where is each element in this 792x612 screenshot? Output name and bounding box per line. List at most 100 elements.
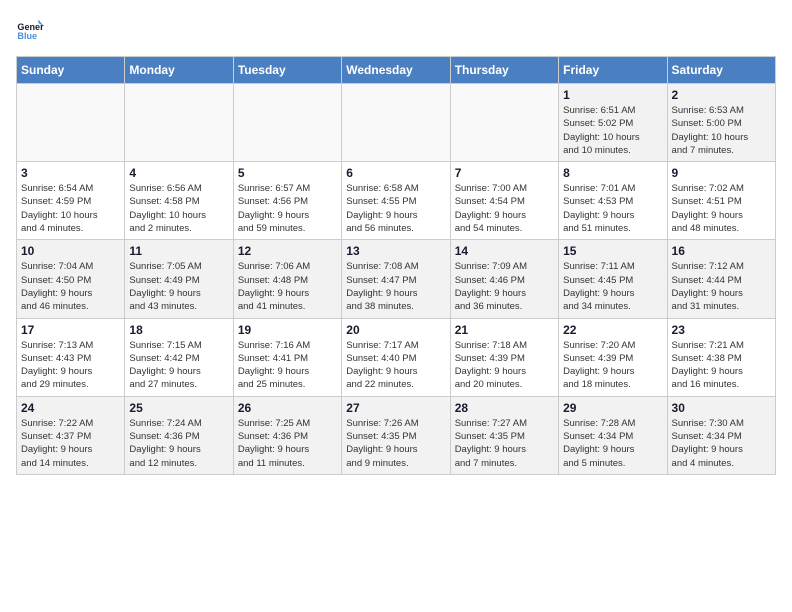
day-number: 9 (672, 166, 771, 180)
day-info: Sunrise: 6:56 AMSunset: 4:58 PMDaylight:… (129, 182, 228, 235)
day-number: 13 (346, 244, 445, 258)
day-info: Sunrise: 6:57 AMSunset: 4:56 PMDaylight:… (238, 182, 337, 235)
day-info: Sunrise: 7:20 AMSunset: 4:39 PMDaylight:… (563, 339, 662, 392)
day-number: 29 (563, 401, 662, 415)
day-number: 25 (129, 401, 228, 415)
day-info: Sunrise: 7:16 AMSunset: 4:41 PMDaylight:… (238, 339, 337, 392)
day-number: 30 (672, 401, 771, 415)
weekday-header-friday: Friday (559, 57, 667, 84)
calendar-cell (450, 84, 558, 162)
day-info: Sunrise: 6:53 AMSunset: 5:00 PMDaylight:… (672, 104, 771, 157)
day-number: 26 (238, 401, 337, 415)
day-number: 23 (672, 323, 771, 337)
weekday-header-sunday: Sunday (17, 57, 125, 84)
day-info: Sunrise: 7:24 AMSunset: 4:36 PMDaylight:… (129, 417, 228, 470)
calendar-cell: 25 Sunrise: 7:24 AMSunset: 4:36 PMDayligh… (125, 396, 233, 474)
weekday-header-wednesday: Wednesday (342, 57, 450, 84)
day-number: 6 (346, 166, 445, 180)
calendar-cell: 30 Sunrise: 7:30 AMSunset: 4:34 PMDayligh… (667, 396, 775, 474)
day-info: Sunrise: 7:05 AMSunset: 4:49 PMDaylight:… (129, 260, 228, 313)
calendar-cell (17, 84, 125, 162)
weekday-header-tuesday: Tuesday (233, 57, 341, 84)
calendar-cell: 2 Sunrise: 6:53 AMSunset: 5:00 PMDaylight… (667, 84, 775, 162)
calendar-cell: 12 Sunrise: 7:06 AMSunset: 4:48 PMDayligh… (233, 240, 341, 318)
calendar-cell: 17 Sunrise: 7:13 AMSunset: 4:43 PMDayligh… (17, 318, 125, 396)
calendar-cell: 27Sunrise: 7:26 AMSunset: 4:35 PMDayligh… (342, 396, 450, 474)
day-number: 8 (563, 166, 662, 180)
calendar-cell: 18 Sunrise: 7:15 AMSunset: 4:42 PMDayligh… (125, 318, 233, 396)
calendar-cell: 9 Sunrise: 7:02 AMSunset: 4:51 PMDaylight… (667, 162, 775, 240)
day-number: 7 (455, 166, 554, 180)
weekday-header-monday: Monday (125, 57, 233, 84)
day-number: 20 (346, 323, 445, 337)
day-number: 24 (21, 401, 120, 415)
day-info: Sunrise: 7:25 AMSunset: 4:36 PMDaylight:… (238, 417, 337, 470)
calendar-cell (233, 84, 341, 162)
day-info: Sunrise: 7:22 AMSunset: 4:37 PMDaylight:… (21, 417, 120, 470)
calendar-cell: 11 Sunrise: 7:05 AMSunset: 4:49 PMDayligh… (125, 240, 233, 318)
day-info: Sunrise: 7:28 AMSunset: 4:34 PMDaylight:… (563, 417, 662, 470)
day-number: 4 (129, 166, 228, 180)
day-number: 17 (21, 323, 120, 337)
calendar-cell: 1 Sunrise: 6:51 AMSunset: 5:02 PMDaylight… (559, 84, 667, 162)
day-info: Sunrise: 7:30 AMSunset: 4:34 PMDaylight:… (672, 417, 771, 470)
calendar-cell: 14 Sunrise: 7:09 AMSunset: 4:46 PMDayligh… (450, 240, 558, 318)
logo: General Blue (16, 16, 48, 44)
calendar-cell: 28Sunrise: 7:27 AMSunset: 4:35 PMDayligh… (450, 396, 558, 474)
day-number: 1 (563, 88, 662, 102)
day-number: 21 (455, 323, 554, 337)
calendar-cell: 7 Sunrise: 7:00 AMSunset: 4:54 PMDaylight… (450, 162, 558, 240)
calendar-cell (125, 84, 233, 162)
day-info: Sunrise: 7:21 AMSunset: 4:38 PMDaylight:… (672, 339, 771, 392)
day-info: Sunrise: 7:01 AMSunset: 4:53 PMDaylight:… (563, 182, 662, 235)
day-info: Sunrise: 6:58 AMSunset: 4:55 PMDaylight:… (346, 182, 445, 235)
calendar-cell (342, 84, 450, 162)
svg-text:Blue: Blue (17, 31, 37, 41)
weekday-header-thursday: Thursday (450, 57, 558, 84)
day-number: 15 (563, 244, 662, 258)
day-info: Sunrise: 7:04 AMSunset: 4:50 PMDaylight:… (21, 260, 120, 313)
day-number: 11 (129, 244, 228, 258)
day-info: Sunrise: 7:13 AMSunset: 4:43 PMDaylight:… (21, 339, 120, 392)
day-number: 10 (21, 244, 120, 258)
day-info: Sunrise: 7:06 AMSunset: 4:48 PMDaylight:… (238, 260, 337, 313)
day-info: Sunrise: 7:18 AMSunset: 4:39 PMDaylight:… (455, 339, 554, 392)
calendar-cell: 23 Sunrise: 7:21 AMSunset: 4:38 PMDayligh… (667, 318, 775, 396)
day-number: 14 (455, 244, 554, 258)
day-number: 12 (238, 244, 337, 258)
calendar-cell: 29 Sunrise: 7:28 AMSunset: 4:34 PMDayligh… (559, 396, 667, 474)
day-number: 16 (672, 244, 771, 258)
day-number: 27 (346, 401, 445, 415)
day-number: 3 (21, 166, 120, 180)
day-info: Sunrise: 7:15 AMSunset: 4:42 PMDaylight:… (129, 339, 228, 392)
weekday-header-saturday: Saturday (667, 57, 775, 84)
day-info: Sunrise: 7:12 AMSunset: 4:44 PMDaylight:… (672, 260, 771, 313)
day-info: Sunrise: 7:17 AMSunset: 4:40 PMDaylight:… (346, 339, 445, 392)
day-info: Sunrise: 6:51 AMSunset: 5:02 PMDaylight:… (563, 104, 662, 157)
calendar-cell: 13 Sunrise: 7:08 AMSunset: 4:47 PMDayligh… (342, 240, 450, 318)
day-number: 28 (455, 401, 554, 415)
day-number: 18 (129, 323, 228, 337)
calendar-cell: 19 Sunrise: 7:16 AMSunset: 4:41 PMDayligh… (233, 318, 341, 396)
day-number: 5 (238, 166, 337, 180)
day-info: Sunrise: 7:08 AMSunset: 4:47 PMDaylight:… (346, 260, 445, 313)
day-info: Sunrise: 7:00 AMSunset: 4:54 PMDaylight:… (455, 182, 554, 235)
calendar-cell: 6 Sunrise: 6:58 AMSunset: 4:55 PMDaylight… (342, 162, 450, 240)
calendar-cell: 22 Sunrise: 7:20 AMSunset: 4:39 PMDayligh… (559, 318, 667, 396)
calendar-cell: 15 Sunrise: 7:11 AMSunset: 4:45 PMDayligh… (559, 240, 667, 318)
calendar-cell: 26 Sunrise: 7:25 AMSunset: 4:36 PMDayligh… (233, 396, 341, 474)
calendar-cell: 3 Sunrise: 6:54 AMSunset: 4:59 PMDaylight… (17, 162, 125, 240)
day-number: 19 (238, 323, 337, 337)
calendar-cell: 8 Sunrise: 7:01 AMSunset: 4:53 PMDaylight… (559, 162, 667, 240)
calendar-cell: 4 Sunrise: 6:56 AMSunset: 4:58 PMDaylight… (125, 162, 233, 240)
calendar-cell: 21 Sunrise: 7:18 AMSunset: 4:39 PMDayligh… (450, 318, 558, 396)
day-number: 2 (672, 88, 771, 102)
calendar-cell: 10 Sunrise: 7:04 AMSunset: 4:50 PMDayligh… (17, 240, 125, 318)
calendar-cell: 16 Sunrise: 7:12 AMSunset: 4:44 PMDayligh… (667, 240, 775, 318)
day-info: Sunrise: 7:11 AMSunset: 4:45 PMDaylight:… (563, 260, 662, 313)
day-info: Sunrise: 6:54 AMSunset: 4:59 PMDaylight:… (21, 182, 120, 235)
day-info: Sunrise: 7:09 AMSunset: 4:46 PMDaylight:… (455, 260, 554, 313)
day-info: Sunrise: 7:02 AMSunset: 4:51 PMDaylight:… (672, 182, 771, 235)
calendar-table: SundayMondayTuesdayWednesdayThursdayFrid… (16, 56, 776, 475)
day-number: 22 (563, 323, 662, 337)
